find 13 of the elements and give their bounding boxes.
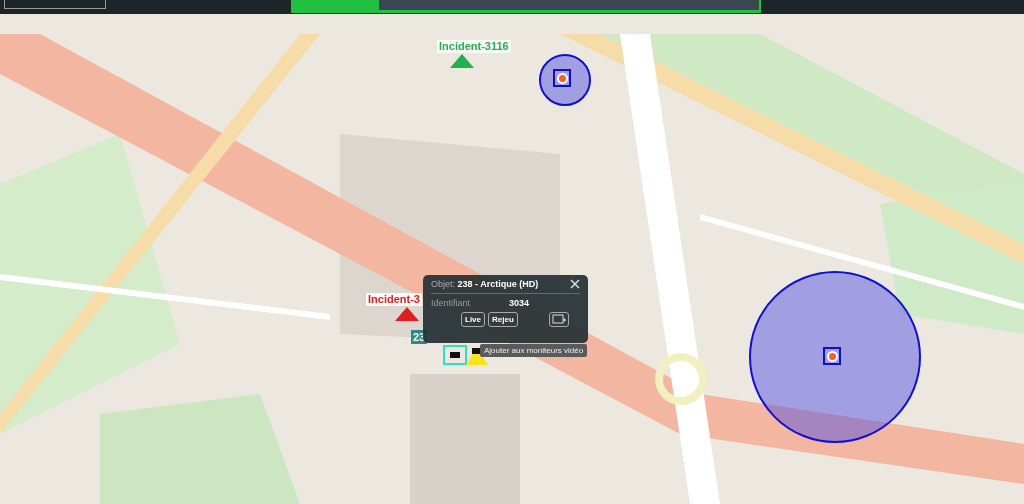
camera-marker-icon[interactable] [823, 347, 841, 365]
field-value: 3034 [509, 298, 530, 308]
tooltip: Ajouter aux moniteurs vidéo [480, 344, 588, 357]
popup-title: Objet: 238 - Arctique (HD) [431, 279, 539, 289]
popup-button[interactable]: Rejeu [488, 312, 518, 327]
zone-circle[interactable] [539, 54, 591, 106]
field-label: Identifiant [431, 298, 472, 308]
popup-button[interactable]: Live [461, 312, 485, 327]
vehicle-marker-icon[interactable] [443, 345, 467, 365]
close-icon[interactable] [570, 279, 580, 289]
incident-label[interactable]: Incident-3 [366, 293, 422, 306]
add-monitor-button[interactable] [548, 312, 569, 327]
camera-marker-icon[interactable] [553, 69, 571, 87]
